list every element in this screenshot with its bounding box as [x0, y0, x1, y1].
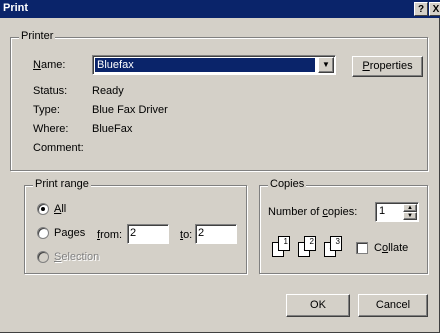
pages-label: Pages [54, 227, 86, 239]
status-label: Status: [33, 85, 68, 97]
status-value: Ready [92, 85, 124, 97]
comment-label: Comment: [33, 142, 84, 154]
printer-name-combobox[interactable]: Bluefax ▼ [92, 55, 336, 75]
radio-selection[interactable] [37, 251, 49, 263]
page-icon: 2 [304, 236, 316, 251]
copies-spinner[interactable]: 1 ▲ ▼ [375, 202, 419, 222]
where-label: Where: [33, 123, 69, 135]
to-label: to: [180, 229, 193, 241]
properties-button[interactable]: Properties [352, 56, 423, 77]
window-title: Print [3, 2, 29, 14]
help-button[interactable]: ? [414, 2, 428, 16]
number-of-copies-label: Number of copies: [268, 206, 358, 218]
all-label: All [54, 203, 67, 215]
radio-pages[interactable] [37, 227, 49, 239]
chevron-down-icon[interactable]: ▼ [318, 57, 334, 73]
copies-value: 1 [379, 205, 386, 217]
name-label-rest: ame: [40, 59, 66, 71]
from-label: from: [97, 229, 123, 241]
cancel-button[interactable]: Cancel [358, 294, 428, 317]
selection-label: Selection [54, 251, 100, 263]
copies-legend: Copies [268, 178, 307, 190]
type-value: Blue Fax Driver [92, 104, 168, 116]
page-icon: 1 [278, 236, 290, 251]
name-label: Name: [33, 59, 66, 71]
close-button[interactable]: X [429, 2, 440, 16]
ok-button[interactable]: OK [286, 294, 350, 317]
collate-label: Collate [374, 242, 409, 254]
print-dialog: Print ? X Printer Name: Bluefax ▼ Proper… [0, 0, 440, 333]
print-range-group: Print range All Pages from: 2 to: 2 Sele… [24, 178, 247, 274]
radio-all[interactable] [37, 203, 49, 215]
spin-up-icon[interactable]: ▲ [403, 204, 417, 212]
spin-down-icon[interactable]: ▼ [403, 212, 417, 220]
title-bar: Print ? X [0, 0, 440, 18]
where-value: BlueFax [92, 123, 133, 135]
collate-checkbox[interactable] [356, 242, 368, 254]
type-label: Type: [33, 104, 60, 116]
printer-legend: Printer [19, 30, 56, 42]
print-range-legend: Print range [33, 178, 91, 190]
page-icon: 3 [330, 236, 342, 251]
to-input[interactable]: 2 [195, 224, 237, 244]
from-input[interactable]: 2 [127, 224, 169, 244]
copies-group: Copies Number of copies: 1 ▲ ▼ 1 1 2 2 3… [259, 178, 428, 274]
printer-name-value: Bluefax [95, 58, 315, 72]
printer-group: Printer Name: Bluefax ▼ Properties Statu… [10, 30, 428, 171]
